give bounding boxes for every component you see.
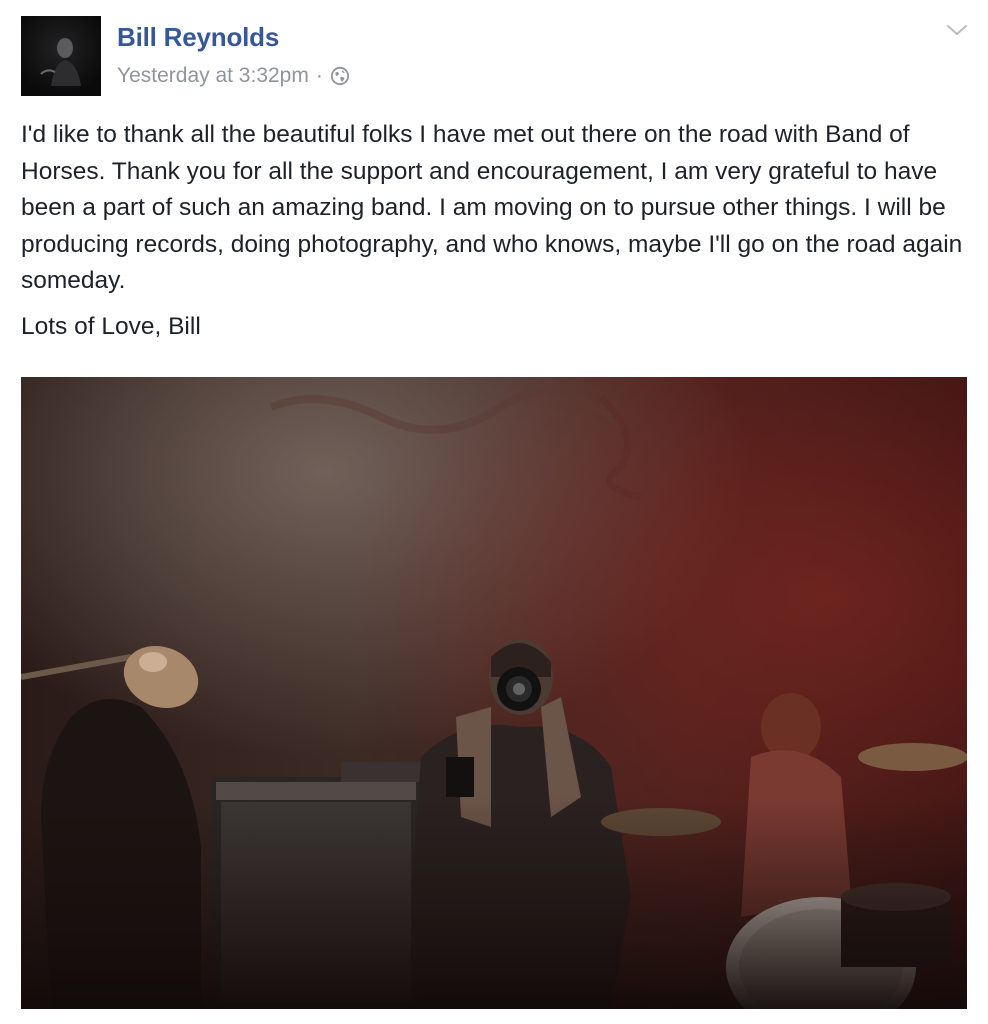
post-meta: Yesterday at 3:32pm · xyxy=(117,64,350,88)
author-avatar[interactable] xyxy=(21,16,101,96)
post-timestamp[interactable]: Yesterday at 3:32pm xyxy=(117,64,309,88)
concert-photo-image xyxy=(21,377,967,1009)
post-photo[interactable] xyxy=(21,377,967,1009)
post-body: I'd like to thank all the beautiful folk… xyxy=(21,117,966,345)
author-name-link[interactable]: Bill Reynolds xyxy=(117,22,279,53)
post-paragraph: I'd like to thank all the beautiful folk… xyxy=(21,121,963,294)
post-signoff: Lots of Love, Bill xyxy=(21,312,201,340)
facebook-post: Bill Reynolds Yesterday at 3:32pm · I'd … xyxy=(0,0,988,1024)
chevron-down-icon[interactable] xyxy=(946,22,968,38)
globe-icon[interactable] xyxy=(330,66,350,86)
avatar-image xyxy=(21,16,101,96)
meta-separator: · xyxy=(315,64,323,87)
